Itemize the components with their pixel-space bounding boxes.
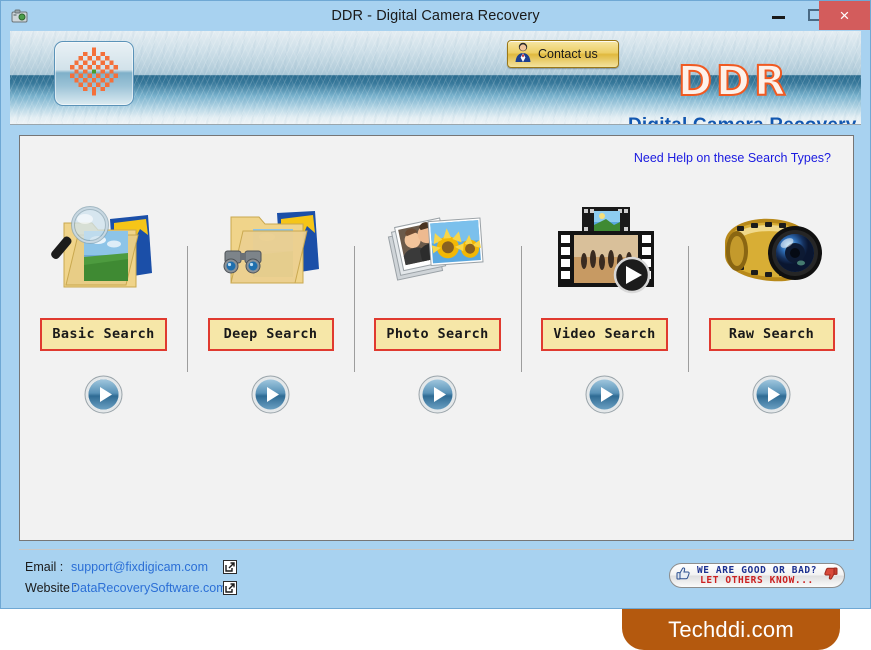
application-window: DDR - Digital Camera Recovery × Contact … — [0, 0, 871, 609]
brand-tagline: Digital Camera Recovery — [628, 115, 856, 124]
video-search-play-button[interactable] — [585, 375, 624, 414]
watermark-text: Techddi.com — [668, 616, 794, 642]
search-column-basic: Basic Search — [20, 191, 187, 491]
rating-line-2: LET OTHERS KNOW... — [700, 575, 814, 586]
external-link-icon[interactable] — [223, 560, 237, 574]
person-icon — [513, 41, 533, 68]
basic-search-play-button[interactable] — [84, 375, 123, 414]
minimize-button[interactable] — [761, 1, 795, 28]
search-column-video: Video Search — [521, 191, 688, 491]
rating-banner[interactable]: WE ARE GOOD OR BAD? LET OTHERS KNOW... — [669, 563, 845, 588]
email-value[interactable]: support@fixdigicam.com — [71, 560, 208, 574]
search-column-photo: Photo Search — [354, 191, 521, 491]
thumbs-down-icon — [823, 566, 838, 586]
deep-search-button[interactable]: Deep Search — [207, 318, 334, 351]
search-type-columns: Basic Search Deep Search Photo Search Vi… — [20, 191, 855, 491]
photo-search-play-button[interactable] — [418, 375, 457, 414]
search-column-raw: Raw Search — [688, 191, 855, 491]
footer: Email : support@fixdigicam.com Website :… — [19, 549, 854, 599]
thumbs-up-icon — [676, 566, 691, 586]
close-button[interactable]: × — [819, 1, 870, 30]
photo-search-button[interactable]: Photo Search — [374, 318, 501, 351]
raw-search-play-button[interactable] — [752, 375, 791, 414]
photo-stack-icon — [354, 194, 521, 304]
brand-logo: DDR — [677, 56, 790, 106]
main-content-panel: Need Help on these Search Types? Basic S… — [19, 135, 854, 541]
watermark-badge: Techddi.com — [622, 609, 840, 650]
raw-search-button[interactable]: Raw Search — [708, 318, 835, 351]
website-value[interactable]: DataRecoverySoftware.com — [71, 581, 227, 595]
close-icon: × — [839, 5, 850, 25]
contact-us-button[interactable]: Contact us — [507, 40, 619, 68]
search-column-deep: Deep Search — [187, 191, 354, 491]
contact-us-label: Contact us — [538, 47, 598, 61]
rating-line-1: WE ARE GOOD OR BAD? — [696, 564, 818, 576]
rating-text: WE ARE GOOD OR BAD? LET OTHERS KNOW... — [691, 564, 823, 586]
title-bar: DDR - Digital Camera Recovery × — [1, 1, 870, 31]
film-video-icon — [521, 194, 688, 304]
website-label: Website : — [25, 581, 77, 595]
video-search-button[interactable]: Video Search — [541, 318, 668, 351]
basic-search-button[interactable]: Basic Search — [40, 318, 167, 351]
deep-search-play-button[interactable] — [251, 375, 290, 414]
logo-tile — [54, 41, 134, 106]
help-link[interactable]: Need Help on these Search Types? — [634, 151, 831, 165]
header-banner: Contact us DDR Digital Camera Recovery — [10, 31, 861, 125]
folder-binoculars-icon — [187, 194, 354, 304]
external-link-icon[interactable] — [223, 581, 237, 595]
email-label: Email : — [25, 560, 64, 574]
window-title: DDR - Digital Camera Recovery — [331, 8, 540, 24]
folder-magnifier-icon — [20, 194, 187, 304]
checkered-flower-logo — [70, 47, 118, 100]
minimize-icon — [771, 16, 785, 19]
film-reel-camera-lens-icon — [688, 194, 855, 304]
